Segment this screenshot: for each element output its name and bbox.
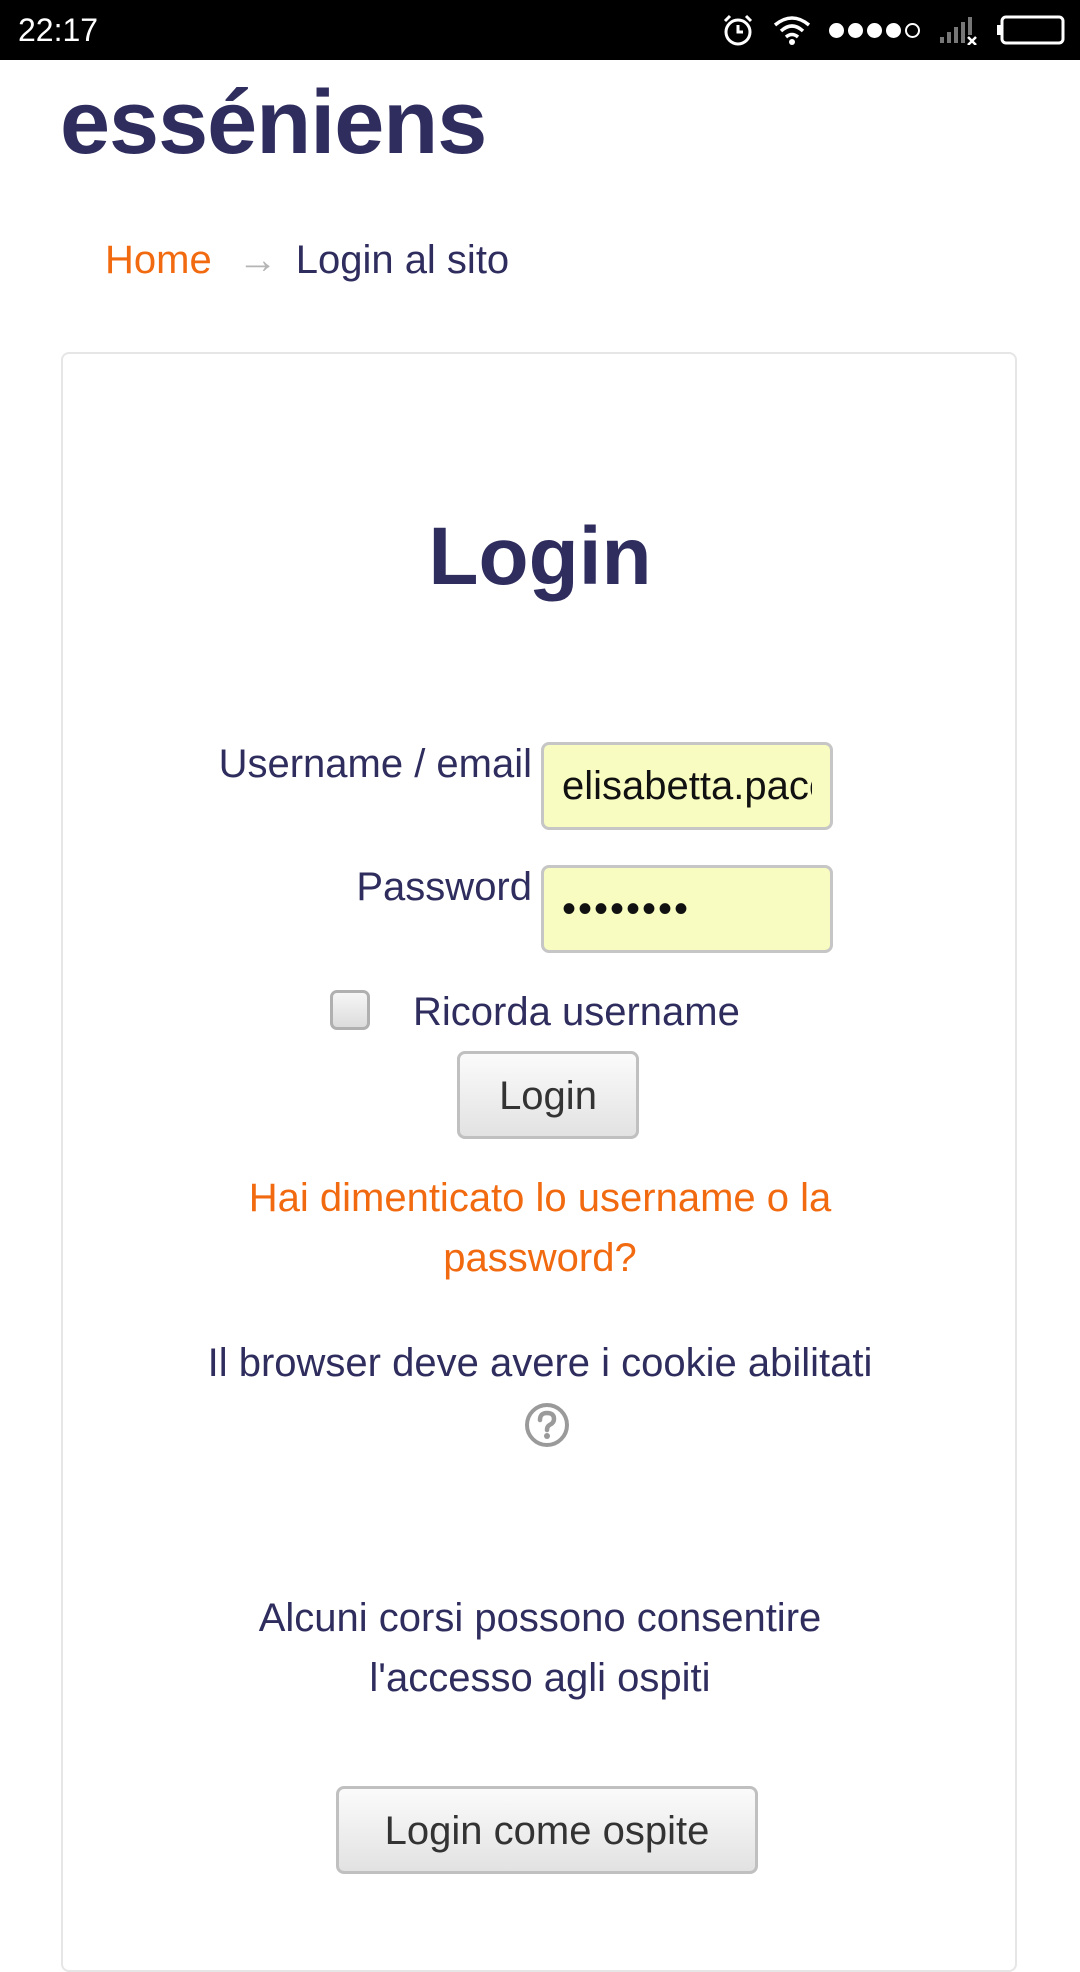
forgot-password-link[interactable]: Hai dimenticato lo username o la passwor…: [190, 1168, 890, 1288]
breadcrumb-current: Login al sito: [295, 238, 510, 282]
status-bar: 22:17: [0, 0, 1080, 60]
breadcrumb: Home → Login al sito: [105, 238, 509, 283]
remember-username-checkbox[interactable]: [330, 990, 370, 1030]
page-title: Login: [428, 511, 652, 602]
guest-login-button[interactable]: Login come ospite: [336, 1786, 758, 1874]
cookie-notice: Il browser deve avere i cookie abilitati: [190, 1333, 890, 1453]
remember-username-label[interactable]: Ricorda username: [413, 990, 740, 1035]
login-button[interactable]: Login: [457, 1051, 639, 1139]
alarm-icon: [723, 14, 753, 46]
signal-dots-icon: [829, 22, 920, 38]
battery-icon: [997, 15, 1065, 45]
guest-access-info: Alcuni corsi possono consentire l'access…: [258, 1596, 822, 1700]
status-icons: [721, 12, 1066, 48]
breadcrumb-home-link[interactable]: Home: [105, 238, 212, 283]
wifi-icon: [773, 16, 811, 45]
username-label: Username / email: [218, 742, 532, 786]
status-time: 22:17: [18, 12, 99, 48]
password-input[interactable]: [541, 865, 833, 953]
site-title[interactable]: esséniens: [60, 72, 487, 175]
username-input[interactable]: [541, 742, 833, 830]
breadcrumb-separator-icon: →: [237, 238, 278, 282]
cookie-notice-text: Il browser deve avere i cookie abilitati: [207, 1341, 873, 1385]
help-icon[interactable]: [524, 1402, 570, 1448]
cellular-no-service-icon: [940, 17, 977, 45]
password-label: Password: [356, 865, 532, 909]
